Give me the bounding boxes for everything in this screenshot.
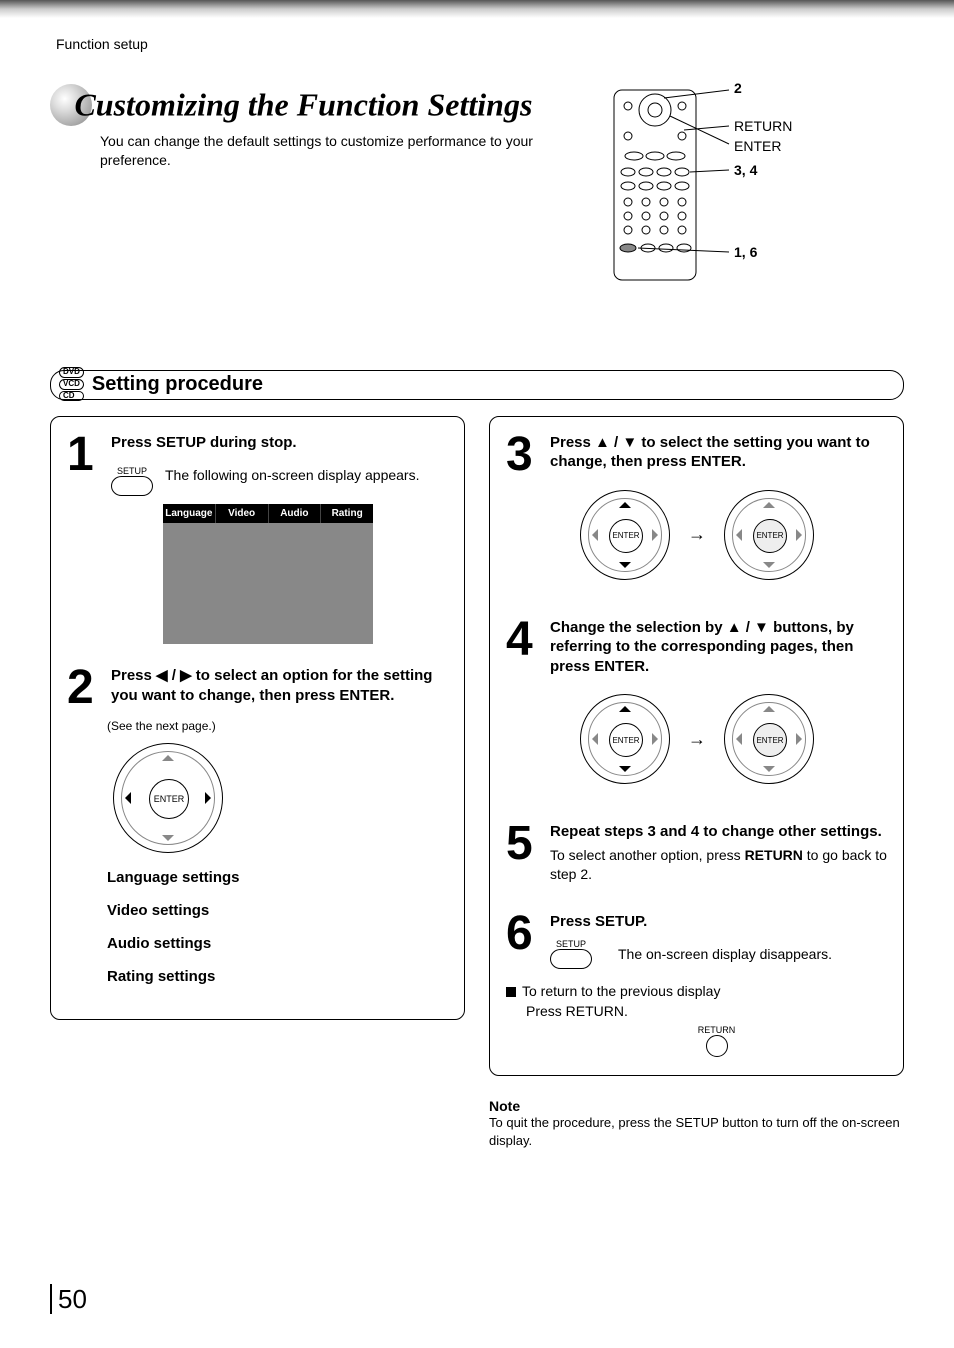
remote-diagram: 2 RETURN ENTER 3, 4 1, 6 <box>604 80 894 295</box>
step3-title: Press ▲ / ▼ to select the setting you wa… <box>550 433 887 472</box>
callout-34: 3, 4 <box>734 162 757 178</box>
oval-button-icon <box>111 476 153 496</box>
breadcrumb: Function setup <box>56 36 904 52</box>
circle-button-icon <box>706 1035 728 1057</box>
setup-button-icon: SETUP <box>111 466 153 496</box>
disc-dvd: DVD <box>59 367 84 378</box>
navpad-step3b: ENTER <box>724 490 814 580</box>
disc-cd: CD <box>59 391 84 402</box>
osd-screen: Language Video Audio Rating <box>163 504 373 644</box>
navpad-step4b: ENTER <box>724 694 814 784</box>
step4-number: 4 <box>506 618 540 795</box>
callout-return: RETURN <box>734 118 792 134</box>
navpad-step4a: ENTER <box>580 694 670 784</box>
return-button-icon: RETURN <box>546 1025 887 1057</box>
setup-label-6: SETUP <box>556 939 586 949</box>
osd-tab-audio: Audio <box>269 504 322 523</box>
setup-label: SETUP <box>117 466 147 476</box>
callout-2: 2 <box>734 80 742 96</box>
section-bar: DVD VCD CD Setting procedure <box>50 370 904 400</box>
section-title: Setting procedure <box>92 373 263 396</box>
arrow-right-icon: → <box>688 524 706 545</box>
arrow-right-icon: → <box>688 729 706 750</box>
step1-body: The following on-screen display appears. <box>165 466 419 485</box>
step-3: 3 Press ▲ / ▼ to select the setting you … <box>506 433 887 590</box>
navpad-step3a: ENTER <box>580 490 670 580</box>
step-6: 6 Press SETUP. SETUP The on-screen displ… <box>506 912 887 970</box>
note-heading: Note <box>489 1098 904 1114</box>
step5-body-bold: RETURN <box>745 847 803 863</box>
step-2: 2 Press ◀ / ▶ to select an option for th… <box>67 666 448 709</box>
step5-title: Repeat steps 3 and 4 to change other set… <box>550 822 887 842</box>
osd-tab-language: Language <box>163 504 216 523</box>
enter-center-3a: ENTER <box>609 519 643 553</box>
setting-video: Video settings <box>107 902 448 919</box>
step3-number: 3 <box>506 433 540 590</box>
page-subtitle: You can change the default settings to c… <box>100 132 550 170</box>
step2-title: Press ◀ / ▶ to select an option for the … <box>111 666 448 705</box>
return-block: To return to the previous display Press … <box>506 983 887 1057</box>
oval-button-icon <box>550 949 592 969</box>
callout-16: 1, 6 <box>734 244 757 260</box>
setting-rating: Rating settings <box>107 968 448 985</box>
see-next-page: (See the next page.) <box>107 719 448 733</box>
step6-number: 6 <box>506 912 540 970</box>
page-title: Customizing the Function Settings <box>74 87 532 123</box>
settings-list: Language settings Video settings Audio s… <box>107 869 448 985</box>
step6-title: Press SETUP. <box>550 912 887 932</box>
setting-language: Language settings <box>107 869 448 886</box>
right-box: 3 Press ▲ / ▼ to select the setting you … <box>489 416 904 1076</box>
navpad-step2: ENTER <box>113 743 223 853</box>
page-number: 50 <box>50 1284 87 1314</box>
disc-badges: DVD VCD CD <box>59 367 84 402</box>
step5-number: 5 <box>506 822 540 883</box>
step-5: 5 Repeat steps 3 and 4 to change other s… <box>506 822 887 883</box>
step2-number: 2 <box>67 666 101 709</box>
note-block: Note To quit the procedure, press the SE… <box>489 1098 904 1149</box>
step-4: 4 Change the selection by ▲ / ▼ buttons,… <box>506 618 887 795</box>
step5-body-pre: To select another option, press <box>550 847 745 863</box>
return-heading: To return to the previous display <box>522 983 720 999</box>
step6-body: The on-screen display disappears. <box>618 945 832 964</box>
callout-enter: ENTER <box>734 138 781 154</box>
note-body: To quit the procedure, press the SETUP b… <box>489 1114 904 1149</box>
step1-number: 1 <box>67 433 101 645</box>
return-label: RETURN <box>698 1025 736 1035</box>
square-bullet-icon <box>506 987 516 997</box>
osd-tab-rating: Rating <box>321 504 373 523</box>
setting-audio: Audio settings <box>107 935 448 952</box>
step-1: 1 Press SETUP during stop. SETUP The fol… <box>67 433 448 645</box>
step4-title: Change the selection by ▲ / ▼ buttons, b… <box>550 618 887 677</box>
left-box: 1 Press SETUP during stop. SETUP The fol… <box>50 416 465 1021</box>
step1-title: Press SETUP during stop. <box>111 433 448 453</box>
return-body: Press RETURN. <box>526 1003 887 1019</box>
enter-center-3b: ENTER <box>753 519 787 553</box>
top-gradient <box>0 0 954 18</box>
disc-vcd: VCD <box>59 379 84 390</box>
step5-body: To select another option, press RETURN t… <box>550 846 887 884</box>
osd-tab-video: Video <box>216 504 269 523</box>
setup-button-icon-6: SETUP <box>550 939 592 969</box>
